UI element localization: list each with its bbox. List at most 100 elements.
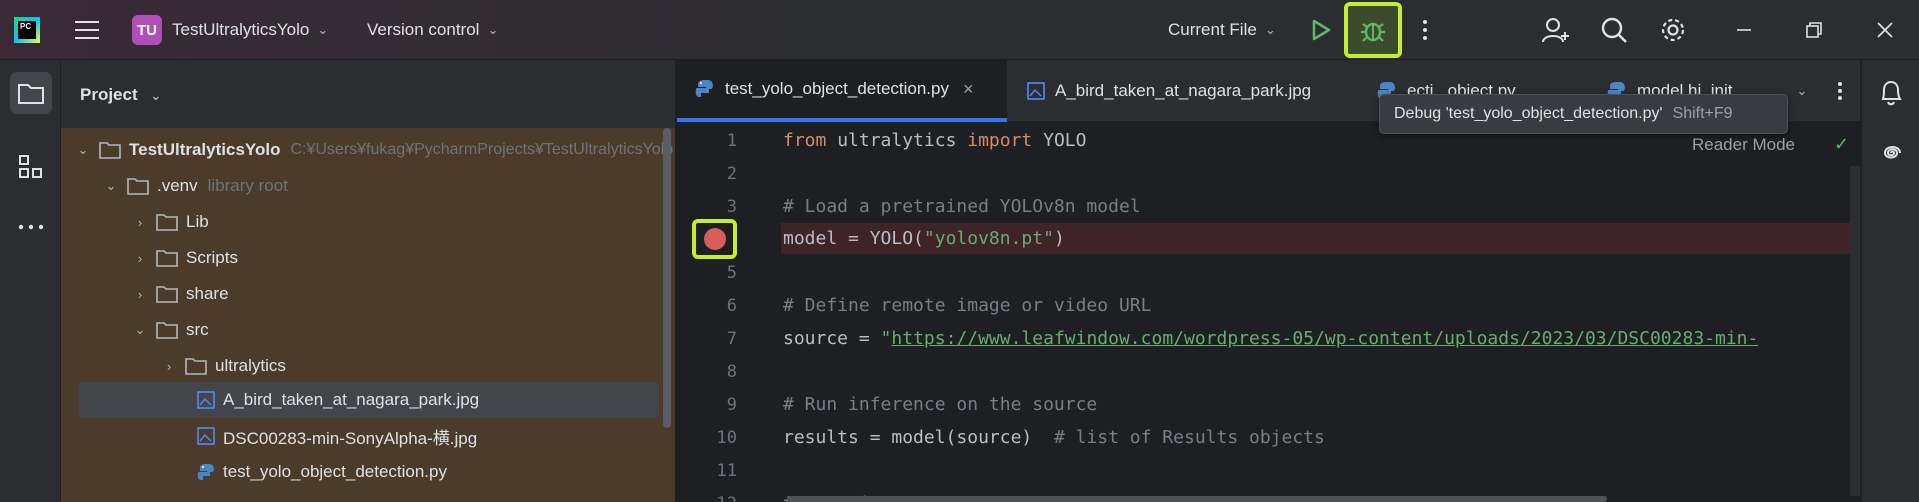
breakpoint[interactable]: [692, 219, 737, 259]
minimize-button[interactable]: [1724, 0, 1764, 60]
bell-icon: [1881, 80, 1902, 106]
line-number: 9: [726, 395, 737, 415]
tree-item-src[interactable]: ⌄ src: [130, 312, 209, 348]
folder-icon: [156, 250, 178, 267]
project-panel-title-button[interactable]: Project ⌄: [80, 85, 161, 105]
more-actions-button[interactable]: [1414, 0, 1436, 60]
code-line[interactable]: results = model(source) # list of Result…: [783, 427, 1325, 448]
chevron-right-icon: ›: [137, 250, 143, 266]
chevron-right-icon: ›: [137, 214, 143, 230]
run-button[interactable]: [1306, 0, 1336, 60]
reader-mode-button[interactable]: Reader Mode: [1692, 135, 1795, 155]
code-url-link[interactable]: https://www.leafwindow.com/wordpress-05/…: [891, 328, 1758, 349]
add-user-button[interactable]: [1535, 0, 1575, 60]
folder-icon: [127, 178, 149, 195]
tree-item-annotation: library root: [207, 176, 288, 195]
main-menu-button[interactable]: [72, 0, 102, 60]
project-panel-title: Project: [80, 85, 138, 104]
line-number: 2: [726, 164, 737, 184]
spiral-icon: [1883, 146, 1901, 159]
tree-item-lib[interactable]: › Lib: [130, 204, 209, 240]
gear-icon: [1661, 18, 1685, 42]
run-config-selector[interactable]: Current File ⌄: [1168, 0, 1276, 60]
project-scrollbar[interactable]: [663, 128, 671, 428]
code-line[interactable]: # Run inference on the source: [783, 394, 1097, 415]
line-number: 12: [697, 494, 737, 502]
tree-item-dsc-image[interactable]: DSC00283-min-SonyAlpha-横.jpg: [197, 418, 477, 454]
chevron-right-icon: ›: [166, 358, 172, 374]
chevron-down-icon: ⌄: [77, 142, 89, 157]
code-line[interactable]: # Define remote image or video URL: [783, 295, 1151, 316]
play-icon: [1312, 19, 1331, 41]
tree-item-venv[interactable]: ⌄ .venv library root: [101, 168, 288, 204]
code-token: YOLO: [1032, 130, 1087, 151]
code-token: ): [1053, 228, 1065, 249]
code-line[interactable]: model = YOLO("yolov8n.pt"): [783, 228, 1065, 249]
chevron-down-icon: ⌄: [317, 22, 329, 37]
version-control-menu[interactable]: Version control ⌄: [367, 0, 498, 60]
folder-icon: [99, 142, 121, 159]
chevron-down-icon: ⌄: [1264, 22, 1276, 37]
line-number: 3: [726, 197, 737, 217]
tabs-dropdown-button[interactable]: ⌄: [1787, 60, 1817, 122]
more-horizontal-icon: [18, 224, 44, 230]
code-token: results = model(source): [783, 427, 1054, 448]
folder-icon: [18, 84, 44, 104]
structure-tool-button[interactable]: [10, 146, 52, 188]
chevron-down-icon: ⌄: [134, 322, 146, 337]
search-button[interactable]: [1594, 0, 1634, 60]
line-number: 11: [716, 461, 737, 481]
checkmark-icon[interactable]: ✓: [1834, 134, 1849, 155]
editor-tab-python-file[interactable]: test_yolo_object_detection.py ×: [677, 60, 1007, 122]
restore-button[interactable]: [1794, 0, 1834, 60]
more-vertical-icon: [1838, 82, 1842, 100]
close-icon[interactable]: ×: [963, 79, 974, 100]
code-token: import: [967, 130, 1033, 151]
python-file-icon: [197, 464, 214, 480]
tree-item-label: DSC00283-min-SonyAlpha-横.jpg: [223, 428, 478, 448]
code-line[interactable]: from ultralytics import YOLO: [783, 130, 1086, 151]
tool-window-strip: [0, 60, 61, 502]
restore-icon: [1806, 22, 1822, 38]
project-name: TestUltralyticsYolo: [172, 20, 310, 39]
code-token: model = YOLO(: [783, 228, 924, 249]
debug-tooltip: Debug 'test_yolo_object_detection.py' Sh…: [1379, 94, 1788, 134]
tree-item-scripts[interactable]: › Scripts: [130, 240, 238, 276]
tree-item-python-file[interactable]: test_yolo_object_detection.py: [197, 454, 447, 490]
line-number: 8: [726, 362, 737, 382]
close-button[interactable]: [1865, 0, 1905, 60]
tree-item-project-root[interactable]: ⌄ TestUltralyticsYolo C:¥Users¥fukag¥Pyc…: [73, 132, 674, 168]
tree-item-ultralytics[interactable]: › ultralytics: [159, 348, 286, 384]
editor-vertical-scrollbar[interactable]: [1850, 166, 1860, 496]
chevron-down-icon: ⌄: [105, 178, 117, 193]
code-token: ": [880, 328, 892, 349]
code-line[interactable]: # Load a pretrained YOLOv8n model: [783, 196, 1141, 217]
settings-button[interactable]: [1653, 0, 1693, 60]
tree-item-label: TestUltralyticsYolo: [129, 140, 281, 159]
project-panel: Project ⌄ ⌄ TestUltralyticsYolo C:¥Users…: [61, 60, 675, 502]
image-file-icon: [197, 391, 215, 409]
tree-item-share[interactable]: › share: [130, 276, 229, 312]
notifications-button[interactable]: [1870, 72, 1912, 114]
project-switcher[interactable]: TU TestUltralyticsYolo ⌄: [132, 0, 328, 60]
app-logo[interactable]: PC: [14, 0, 50, 60]
code-token: "yolov8n.pt": [923, 228, 1054, 249]
more-tools-button[interactable]: [10, 206, 52, 248]
tree-item-label: .venv: [157, 176, 198, 195]
editor-horizontal-scrollbar[interactable]: [787, 496, 1607, 502]
code-token: # list of Results objects: [1053, 427, 1325, 448]
ai-assistant-button[interactable]: [1870, 132, 1912, 174]
run-config-label: Current File: [1168, 20, 1257, 39]
code-line[interactable]: source = "https://www.leafwindow.com/wor…: [783, 328, 1758, 349]
line-number: 6: [726, 296, 737, 316]
python-file-icon: [695, 80, 713, 97]
project-tool-button[interactable]: [10, 72, 52, 114]
line-number: 1: [726, 131, 737, 151]
close-icon: [1877, 22, 1893, 38]
editor-tab-bird-image[interactable]: A_bird_taken_at_nagara_park.jpg: [1027, 60, 1357, 122]
editor-more-button[interactable]: [1825, 60, 1855, 122]
debug-button[interactable]: [1344, 2, 1402, 58]
chevron-down-icon: ⌄: [487, 22, 499, 37]
tree-item-bird-image[interactable]: A_bird_taken_at_nagara_park.jpg: [79, 382, 659, 418]
right-tool-strip: [1861, 60, 1919, 502]
